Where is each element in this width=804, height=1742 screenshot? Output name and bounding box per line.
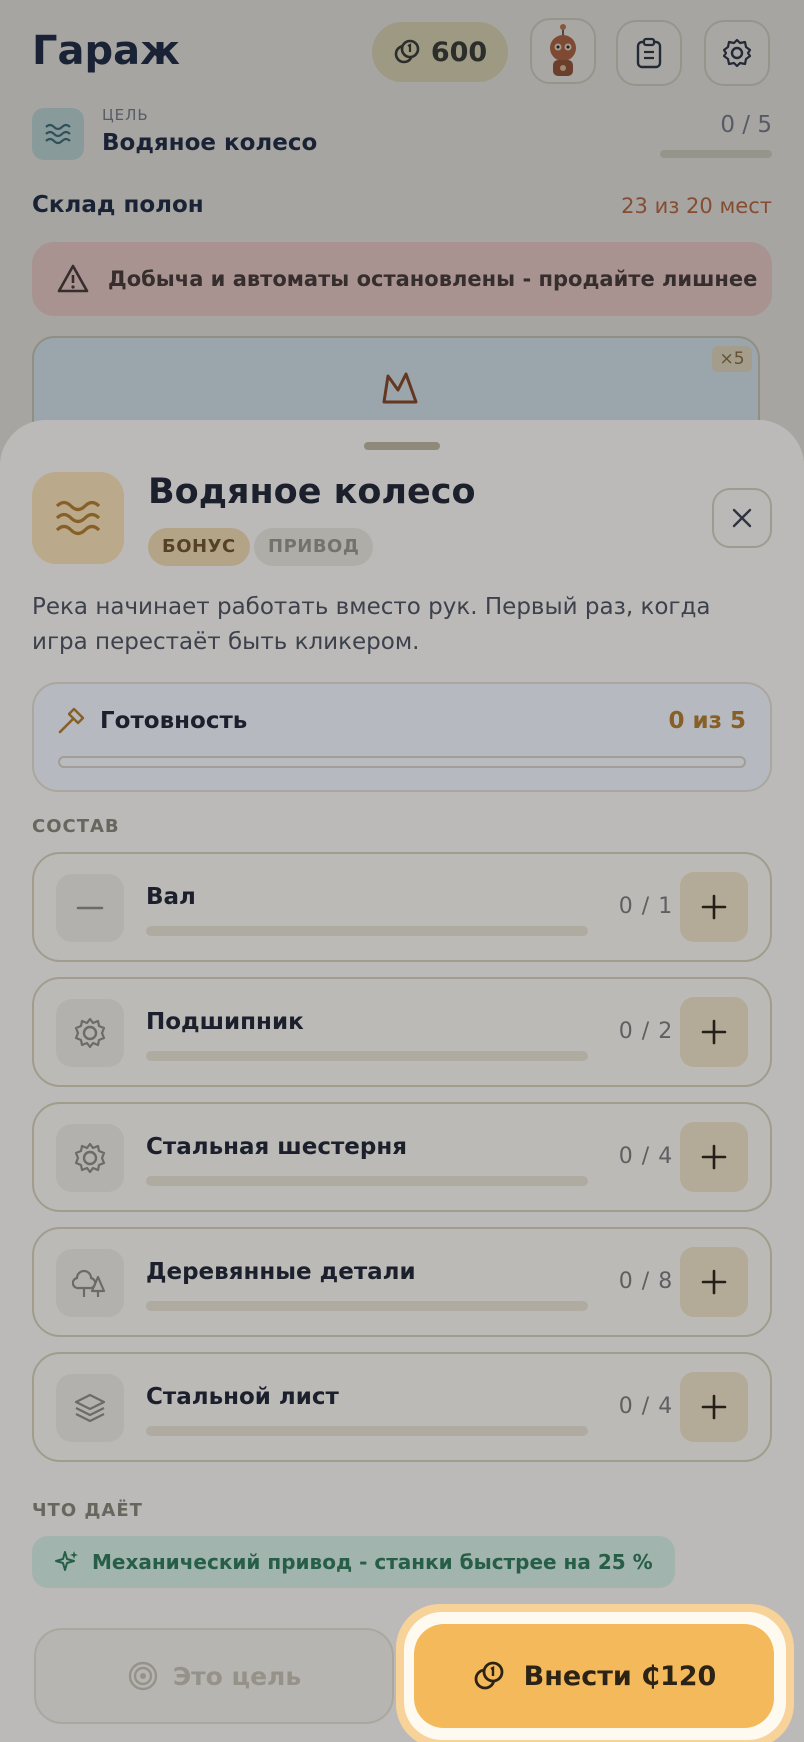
sheet-description: Река начинает работать вместо рук. Первы…: [32, 594, 711, 655]
composition-caption: СОСТАВ: [32, 816, 120, 837]
component-name: Подшипник: [146, 1009, 304, 1035]
sheet-handle[interactable]: [364, 442, 440, 450]
component-name: Вал: [146, 884, 196, 910]
plus-icon: [701, 1019, 727, 1045]
gear-icon: [74, 1017, 106, 1049]
badge-drive: ПРИВОД: [254, 528, 374, 566]
component-row: Деревянные детали 0 / 8: [32, 1227, 772, 1337]
set-goal-button[interactable]: Это цель: [34, 1628, 394, 1724]
component-row: Подшипник 0 / 2: [32, 977, 772, 1087]
close-icon: [732, 508, 752, 528]
dash-icon: [76, 906, 104, 910]
component-icon-box: [56, 1249, 124, 1317]
component-icon-box: [56, 999, 124, 1067]
component-progress-bar: [146, 1426, 588, 1436]
bonus-effect-text: Механический привод - станки быстрее на …: [92, 1550, 653, 1574]
readiness-bar: [58, 756, 746, 768]
contribute-label: Внести ₵120: [523, 1660, 717, 1692]
waves-icon: [55, 500, 101, 536]
readiness-card: [32, 682, 772, 792]
component-icon-box: [56, 874, 124, 942]
plus-icon: [701, 1394, 727, 1420]
readiness-value: 0 из 5: [668, 708, 746, 734]
component-progress-bar: [146, 1051, 588, 1061]
component-name: Деревянные детали: [146, 1259, 416, 1285]
component-row: Стальной лист 0 / 4: [32, 1352, 772, 1462]
plus-icon: [701, 1144, 727, 1170]
component-row: Вал 0 / 1: [32, 852, 772, 962]
contribute-button[interactable]: Внести ₵120: [414, 1624, 774, 1728]
component-progress-bar: [146, 926, 588, 936]
sheet-title: Водяное колесо: [148, 472, 476, 512]
bonus-effect-chip: Механический привод - станки быстрее на …: [32, 1536, 675, 1588]
add-component-button[interactable]: [680, 997, 748, 1067]
trees-icon: [72, 1269, 106, 1297]
gear-icon: [74, 1142, 106, 1174]
close-button[interactable]: [712, 488, 772, 548]
add-component-button[interactable]: [680, 1372, 748, 1442]
component-name: Стальная шестерня: [146, 1134, 408, 1160]
component-progress-bar: [146, 1301, 588, 1311]
badge-bonus: БОНУС: [148, 528, 250, 566]
target-icon: [128, 1661, 158, 1691]
component-icon-box: [56, 1374, 124, 1442]
component-icon-box: [56, 1124, 124, 1192]
add-component-button[interactable]: [680, 1122, 748, 1192]
component-progress-bar: [146, 1176, 588, 1186]
coins-icon: [474, 1661, 504, 1690]
add-component-button[interactable]: [680, 1247, 748, 1317]
sparkles-icon: [55, 1551, 78, 1571]
plus-icon: [701, 1269, 727, 1295]
layers-icon: [74, 1393, 106, 1423]
component-sheet: Водяное колесо БОНУС ПРИВОД Река начинае…: [0, 420, 804, 1742]
sheet-hero-tile: [32, 472, 124, 564]
add-component-button[interactable]: [680, 872, 748, 942]
component-row: Стальная шестерня 0 / 4: [32, 1102, 772, 1212]
component-name: Стальной лист: [146, 1384, 339, 1410]
plus-icon: [701, 894, 727, 920]
gives-caption: ЧТО ДАЁТ: [32, 1500, 143, 1521]
hammer-icon: [58, 707, 85, 734]
set-goal-label: Это цель: [172, 1661, 302, 1691]
readiness-label: Готовность: [100, 708, 248, 734]
